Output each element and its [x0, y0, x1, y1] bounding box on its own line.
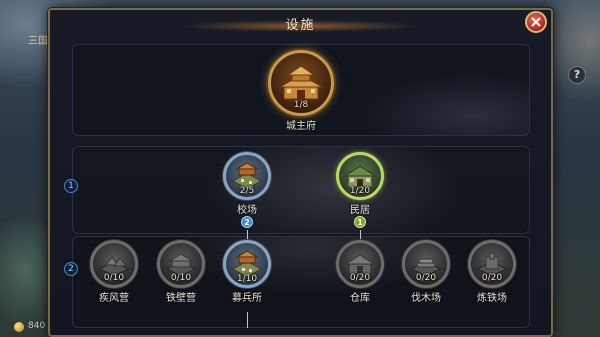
facilities-dialog: 设施 1 2 1/8 城主府 2/5 校场 2 1/20 民居 1 0/10 疾…: [48, 8, 553, 337]
close-icon: [531, 17, 541, 27]
tier-1-number: 1: [64, 179, 78, 193]
gale-camp-icon: 0/10: [90, 240, 138, 288]
drill-ground-icon: 2/5: [223, 152, 271, 200]
residence-icon: 1/20: [336, 152, 384, 200]
smelter-count: 0/20: [481, 273, 503, 283]
drill-ground-name: 校场: [237, 205, 257, 216]
building-drill-ground[interactable]: 2/5 校场 2: [217, 152, 277, 228]
drill-ground-badge: 2: [241, 216, 253, 228]
coin-icon: [14, 322, 24, 332]
warehouse-name: 仓库: [350, 293, 370, 304]
building-gale-camp[interactable]: 0/10 疾风营: [84, 240, 144, 304]
tier-2-number: 2: [64, 262, 78, 276]
warehouse-icon: 0/20: [336, 240, 384, 288]
recruit-office-count: 1/10: [236, 274, 258, 284]
building-recruit-office[interactable]: 1/10 募兵所: [217, 240, 277, 304]
coin-value: 840: [28, 321, 46, 331]
smelter-icon: 0/20: [468, 240, 516, 288]
gale-camp-name: 疾风营: [99, 293, 129, 304]
residence-name: 民居: [350, 205, 370, 216]
smelter-name: 炼铁场: [477, 293, 507, 304]
gale-camp-count: 0/10: [103, 273, 125, 283]
city-lord-mansion-name: 城主府: [286, 121, 316, 132]
palace-icon: [278, 65, 324, 100]
lumber-yard-count: 0/20: [415, 273, 437, 283]
iron-wall-camp-count: 0/10: [170, 273, 192, 283]
connector-recruit-down: [247, 312, 248, 328]
city-lord-mansion-count: 1/8: [293, 100, 309, 110]
iron-wall-camp-icon: 0/10: [157, 240, 205, 288]
connector-residence-to-warehouse: [360, 230, 361, 240]
background-help-icon[interactable]: ?: [568, 66, 586, 84]
tier-1-area: [72, 146, 530, 234]
residence-badge: 1: [354, 216, 366, 228]
building-lumber-yard[interactable]: 0/20 伐木场: [396, 240, 456, 304]
building-warehouse[interactable]: 0/20 仓库: [330, 240, 390, 304]
building-city-lord-mansion[interactable]: 1/8 城主府: [259, 50, 343, 132]
iron-wall-camp-name: 铁壁营: [166, 293, 196, 304]
residence-count: 1/20: [349, 186, 371, 196]
dialog-title-bar: 设施: [50, 10, 551, 36]
close-button[interactable]: [525, 11, 547, 33]
dialog-title: 设施: [285, 17, 316, 33]
lumber-yard-name: 伐木场: [411, 293, 441, 304]
building-residence[interactable]: 1/20 民居 1: [330, 152, 390, 228]
recruit-office-icon: 1/10: [223, 240, 271, 288]
background-corner-label: 三国: [28, 36, 48, 47]
recruit-office-name: 募兵所: [232, 293, 262, 304]
city-lord-mansion-icon: 1/8: [268, 50, 334, 116]
warehouse-count: 0/20: [349, 273, 371, 283]
drill-ground-count: 2/5: [239, 186, 255, 196]
lumber-yard-icon: 0/20: [402, 240, 450, 288]
connector-drill-to-recruit: [247, 230, 248, 240]
building-iron-wall-camp[interactable]: 0/10 铁壁营: [151, 240, 211, 304]
building-smelter[interactable]: 0/20 炼铁场: [462, 240, 522, 304]
